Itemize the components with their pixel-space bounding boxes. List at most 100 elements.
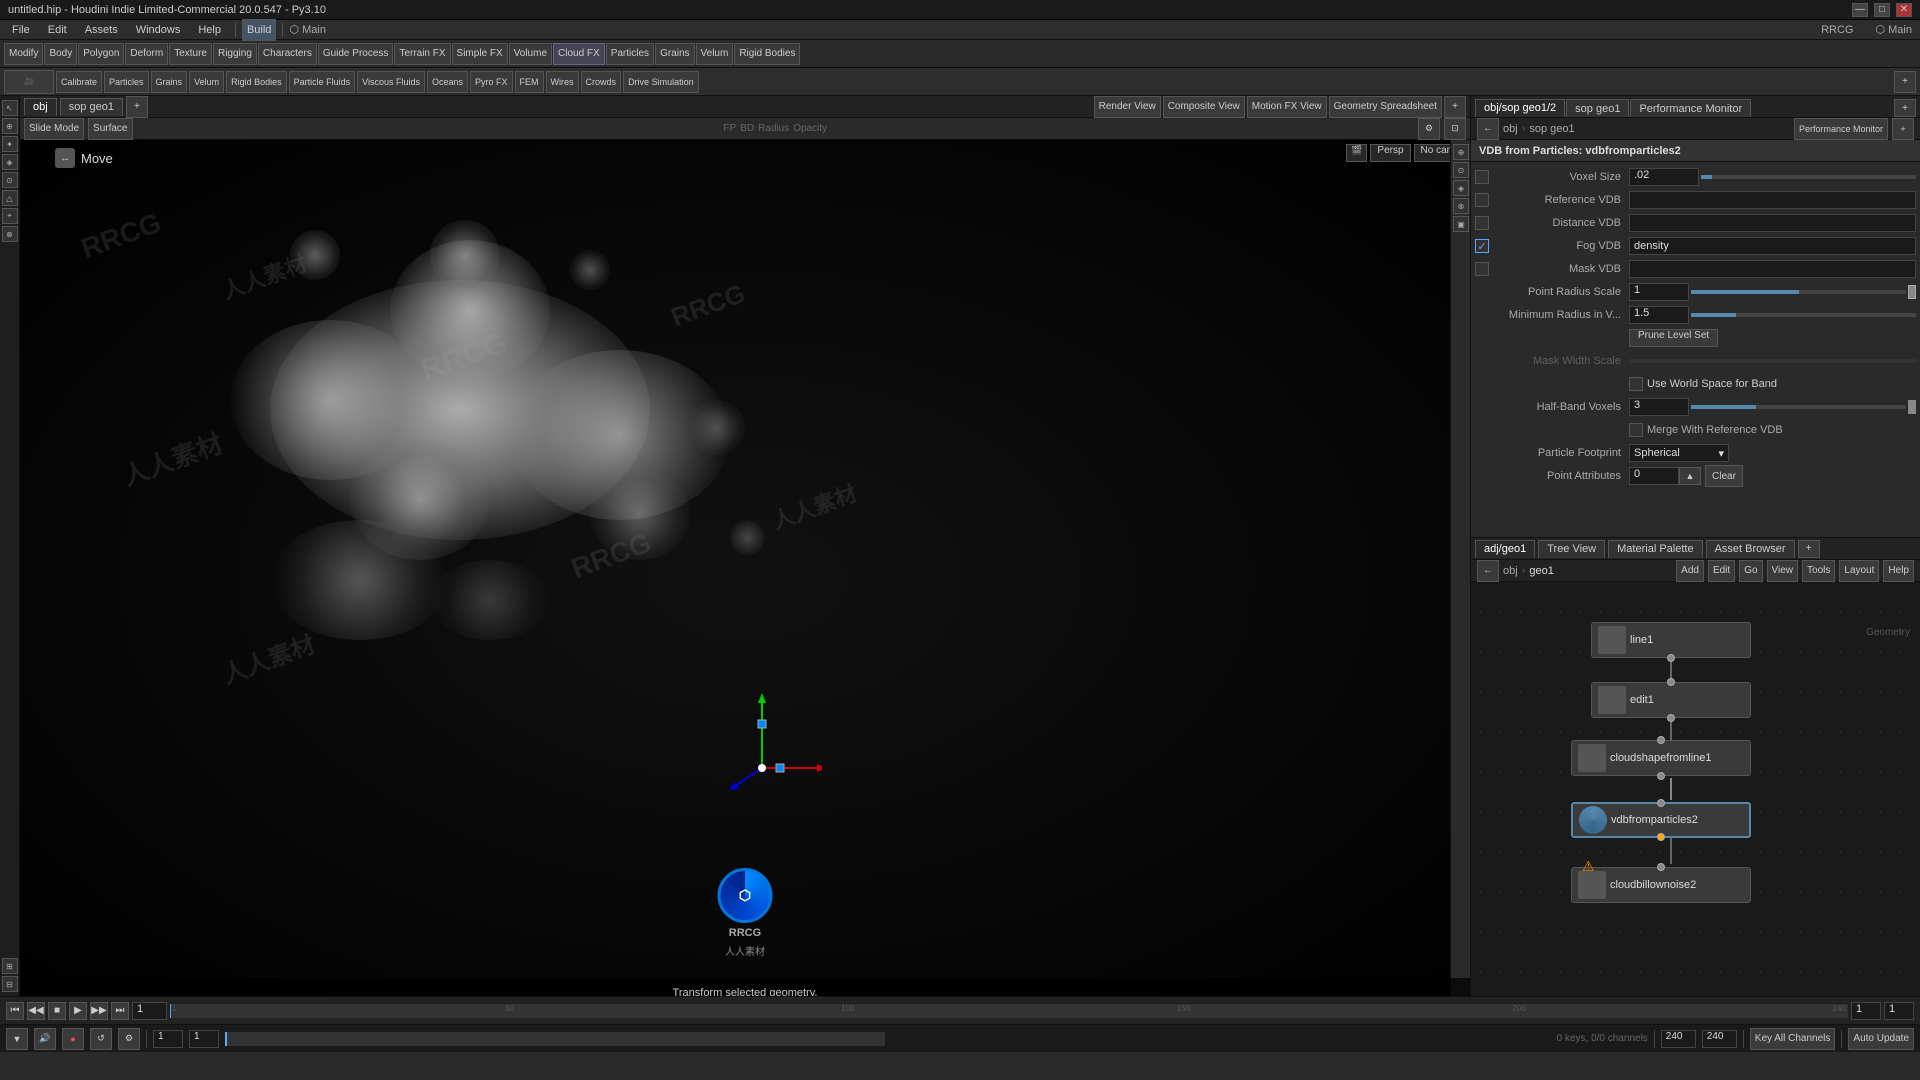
pyro-btn[interactable]: Pyro FX [470, 71, 513, 93]
3d-viewport[interactable]: RRCG 人人素材 RRCG 人人素材 RRCG 人人素材 RRCG 人人素材 [20, 140, 1470, 996]
persp-btn[interactable]: Persp [1370, 144, 1410, 162]
voxel-size-slider[interactable] [1701, 175, 1916, 179]
timeline-frame-input[interactable]: 1 [132, 1002, 167, 1020]
menu-edit[interactable]: Edit [40, 22, 75, 38]
wires-btn[interactable]: Wires [546, 71, 579, 93]
surface-btn[interactable]: Surface [88, 118, 132, 140]
ng-tab-geo[interactable]: adj/geo1 [1475, 540, 1535, 558]
close-button[interactable]: ✕ [1896, 3, 1912, 17]
point-attrs-input[interactable]: 0 [1629, 467, 1679, 485]
merge-ref-checkbox[interactable] [1629, 423, 1643, 437]
grains-btn[interactable]: Grains [151, 71, 188, 93]
vp-right-icon-1[interactable]: ⊕ [1453, 144, 1469, 160]
node-edit1-output[interactable] [1667, 714, 1675, 722]
clear-btn[interactable]: Clear [1705, 465, 1743, 487]
node-graph-canvas[interactable]: line1 edit1 cloudshapefromline [1471, 582, 1920, 996]
breadcrumb-geo[interactable]: sop geo1 [1529, 123, 1574, 135]
modify-tab[interactable]: Modify [4, 43, 43, 65]
sidebar-icon-bottom-2[interactable]: ⊟ [2, 976, 18, 992]
ref-vdb-value[interactable] [1629, 191, 1916, 209]
menu-assets[interactable]: Assets [77, 22, 126, 38]
audio-btn[interactable]: 🔊 [34, 1028, 56, 1050]
guide-process-tab[interactable]: Guide Process [318, 43, 394, 65]
node-line1[interactable]: line1 [1591, 622, 1751, 658]
breadcrumb-obj[interactable]: obj [1503, 123, 1518, 135]
node-vdb-input[interactable] [1657, 799, 1665, 807]
render-region-btn[interactable]: 🎬 [1346, 144, 1367, 162]
node-edit1-input[interactable] [1667, 678, 1675, 686]
ng-tab-tree[interactable]: Tree View [1538, 540, 1605, 558]
ng-breadcrumb-geo[interactable]: geo1 [1529, 565, 1553, 577]
ng-back-btn[interactable]: ← [1477, 560, 1499, 582]
rigid-bodies-tab[interactable]: Rigid Bodies [734, 43, 800, 65]
viewport-tab-geo[interactable]: sop geo1 [60, 98, 123, 116]
texture-tab[interactable]: Texture [169, 43, 212, 65]
min-radius-slider[interactable] [1691, 313, 1916, 317]
crowds-btn[interactable]: Crowds [581, 71, 622, 93]
ng-tools-btn[interactable]: Tools [1802, 560, 1835, 582]
vellum-btn[interactable]: Velum [189, 71, 224, 93]
build-button[interactable]: Build [242, 19, 276, 41]
vp-right-icon-4[interactable]: ⊗ [1453, 198, 1469, 214]
timeline-start-frame[interactable]: 1 [1851, 1002, 1881, 1020]
timeline-end-frame[interactable]: 1 [1884, 1002, 1914, 1020]
window-controls[interactable]: — □ ✕ [1852, 3, 1912, 17]
sidebar-icon-8[interactable]: ⊗ [2, 226, 18, 242]
body-tab[interactable]: Body [44, 43, 77, 65]
node-cloudshape-input[interactable] [1657, 736, 1665, 744]
viewport-settings-btn[interactable]: ⚙ [1418, 118, 1440, 140]
mask-vdb-checkbox[interactable] [1475, 262, 1489, 276]
ng-view-btn[interactable]: View [1767, 560, 1799, 582]
dist-vdb-value[interactable] [1629, 214, 1916, 232]
node-cloudshape-output[interactable] [1657, 772, 1665, 780]
ref-vdb-checkbox[interactable] [1475, 193, 1489, 207]
status-frame-count-2[interactable]: 240 [1702, 1030, 1737, 1048]
sidebar-icon-bottom-1[interactable]: ⊞ [2, 958, 18, 974]
deform-tab[interactable]: Deform [125, 43, 168, 65]
viewport-tab-obj[interactable]: obj [24, 98, 57, 116]
status-frame-count-1[interactable]: 240 [1661, 1030, 1696, 1048]
timeline-scrubbar[interactable]: 1 50 100 150 200 240 [170, 1004, 1848, 1018]
ng-layout-btn[interactable]: Layout [1839, 560, 1879, 582]
vp-right-icon-3[interactable]: ◈ [1453, 180, 1469, 196]
timeline-end-btn[interactable]: ⏭ [111, 1002, 129, 1020]
right-tab-geo[interactable]: sop geo1 [1566, 99, 1629, 117]
sidebar-icon-6[interactable]: △ [2, 190, 18, 206]
render-view-btn[interactable]: Render View [1094, 96, 1161, 118]
drive-sim-btn[interactable]: Drive Simulation [623, 71, 699, 93]
node-cloudbillow[interactable]: ⚠ cloudbillownoise2 [1571, 867, 1751, 903]
motion-fx-btn[interactable]: Motion FX View [1247, 96, 1327, 118]
status-frame-input[interactable]: 1 [153, 1030, 183, 1048]
sidebar-icon-2[interactable]: ⊕ [2, 118, 18, 134]
vellum-tab[interactable]: Velum [696, 43, 734, 65]
calibrate-btn[interactable]: Calibrate [56, 71, 102, 93]
timeline-prev-btn[interactable]: ◀◀ [27, 1002, 45, 1020]
polygon-tab[interactable]: Polygon [78, 43, 124, 65]
timeline-play-btn[interactable]: ▶ [69, 1002, 87, 1020]
fog-vdb-checkbox[interactable]: ✓ [1475, 239, 1489, 253]
ng-breadcrumb-obj[interactable]: obj [1503, 565, 1518, 577]
ng-add-btn[interactable]: Add [1676, 560, 1704, 582]
half-band-input[interactable]: 3 [1629, 398, 1689, 416]
node-cloudbillow-input[interactable] [1657, 863, 1665, 871]
particles-btn[interactable]: Particles [104, 71, 149, 93]
composite-view-btn[interactable]: Composite View [1163, 96, 1245, 118]
auto-update-btn[interactable]: Auto Update [1848, 1028, 1914, 1050]
tab-add-btn[interactable]: + [126, 96, 148, 118]
particle-footprint-dropdown[interactable]: Spherical ▾ [1629, 444, 1729, 462]
dist-vdb-checkbox[interactable] [1475, 216, 1489, 230]
menu-file[interactable]: File [4, 22, 38, 38]
sidebar-icon-1[interactable]: ↖ [2, 100, 18, 116]
terrain-fx-tab[interactable]: Terrain FX [394, 43, 450, 65]
ng-tab-material[interactable]: Material Palette [1608, 540, 1702, 558]
voxel-size-input[interactable]: .02 [1629, 168, 1699, 186]
timeline-start-btn[interactable]: ⏮ [6, 1002, 24, 1020]
sidebar-icon-3[interactable]: ✦ [2, 136, 18, 152]
oceans-btn[interactable]: Oceans [427, 71, 468, 93]
node-vdbfromparticles[interactable]: vdbfromparticles2 [1571, 802, 1751, 838]
node-vdb-output[interactable] [1657, 833, 1665, 841]
mask-vdb-value[interactable] [1629, 260, 1916, 278]
half-band-handle[interactable] [1908, 400, 1916, 414]
node-line1-output[interactable] [1667, 654, 1675, 662]
voxel-size-checkbox[interactable] [1475, 170, 1489, 184]
